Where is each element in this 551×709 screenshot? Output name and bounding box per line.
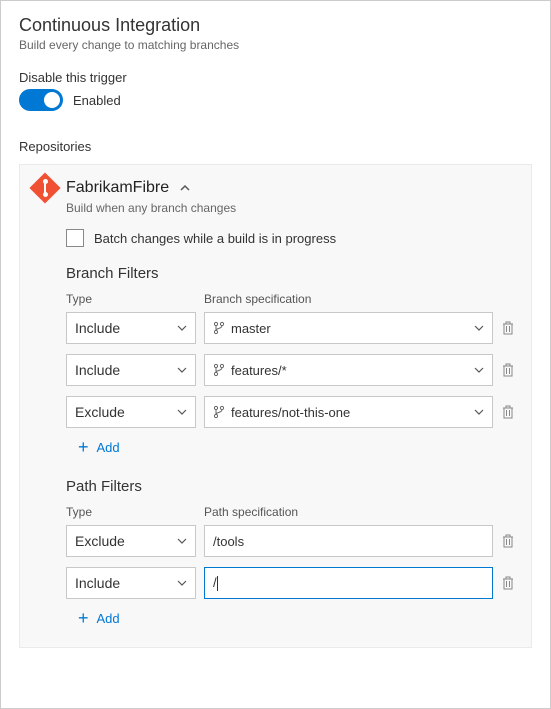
branch-icon: [213, 321, 225, 335]
disable-trigger-label: Disable this trigger: [19, 70, 532, 85]
path-spec-header: Path specification: [204, 505, 517, 519]
filter-type-value: Include: [75, 575, 120, 591]
chevron-down-icon: [177, 365, 187, 375]
filter-type-value: Exclude: [75, 533, 125, 549]
git-icon: [29, 172, 60, 203]
path-spec-input[interactable]: /tools: [204, 525, 493, 557]
page-subtitle: Build every change to matching branches: [19, 38, 532, 52]
branch-filter-row: Include features/*: [66, 354, 517, 386]
add-label: Add: [97, 611, 120, 626]
filter-type-value: Include: [75, 320, 120, 336]
delete-icon[interactable]: [501, 404, 517, 420]
enable-toggle[interactable]: [19, 89, 63, 111]
add-path-filter-button[interactable]: + Add: [78, 609, 517, 627]
chevron-down-icon: [177, 536, 187, 546]
branch-icon: [213, 405, 225, 419]
repositories-heading: Repositories: [19, 139, 532, 154]
delete-icon[interactable]: [501, 362, 517, 378]
repo-description: Build when any branch changes: [66, 201, 517, 215]
filter-type-select[interactable]: Exclude: [66, 396, 196, 428]
repository-card: FabrikamFibre Build when any branch chan…: [19, 164, 532, 648]
plus-icon: +: [78, 609, 89, 627]
chevron-down-icon: [474, 407, 484, 417]
toggle-knob: [44, 92, 60, 108]
filter-type-select[interactable]: Exclude: [66, 525, 196, 557]
path-type-header: Type: [66, 505, 204, 519]
add-branch-filter-button[interactable]: + Add: [78, 438, 517, 456]
filter-type-select[interactable]: Include: [66, 312, 196, 344]
branch-filter-row: Exclude features/not-this-one: [66, 396, 517, 428]
branch-spec-select[interactable]: master: [204, 312, 493, 344]
branch-filter-row: Include master: [66, 312, 517, 344]
chevron-down-icon: [474, 365, 484, 375]
repo-name[interactable]: FabrikamFibre: [66, 179, 169, 197]
branch-spec-select[interactable]: features/*: [204, 354, 493, 386]
filter-type-value: Include: [75, 362, 120, 378]
path-filter-row: Include /: [66, 567, 517, 599]
branch-spec-header: Branch specification: [204, 292, 517, 306]
add-label: Add: [97, 440, 120, 455]
branch-filters-heading: Branch Filters: [66, 265, 517, 282]
batch-label: Batch changes while a build is in progre…: [94, 231, 336, 246]
chevron-up-icon[interactable]: [179, 182, 191, 194]
path-filter-row: Exclude /tools: [66, 525, 517, 557]
batch-checkbox[interactable]: [66, 229, 84, 247]
delete-icon[interactable]: [501, 320, 517, 336]
delete-icon[interactable]: [501, 575, 517, 591]
branch-spec-select[interactable]: features/not-this-one: [204, 396, 493, 428]
branch-icon: [213, 363, 225, 377]
path-spec-input[interactable]: /: [204, 567, 493, 599]
filter-type-value: Exclude: [75, 404, 125, 420]
chevron-down-icon: [474, 323, 484, 333]
plus-icon: +: [78, 438, 89, 456]
branch-spec-value: features/*: [231, 363, 468, 378]
filter-type-select[interactable]: Include: [66, 354, 196, 386]
path-spec-value: /: [213, 575, 484, 591]
branch-spec-value: features/not-this-one: [231, 405, 468, 420]
chevron-down-icon: [177, 407, 187, 417]
branch-type-header: Type: [66, 292, 204, 306]
chevron-down-icon: [177, 578, 187, 588]
delete-icon[interactable]: [501, 533, 517, 549]
filter-type-select[interactable]: Include: [66, 567, 196, 599]
branch-spec-value: master: [231, 321, 468, 336]
chevron-down-icon: [177, 323, 187, 333]
path-spec-value: /tools: [213, 534, 484, 549]
path-filters-heading: Path Filters: [66, 478, 517, 495]
toggle-state-label: Enabled: [73, 93, 121, 108]
page-title: Continuous Integration: [19, 15, 532, 36]
